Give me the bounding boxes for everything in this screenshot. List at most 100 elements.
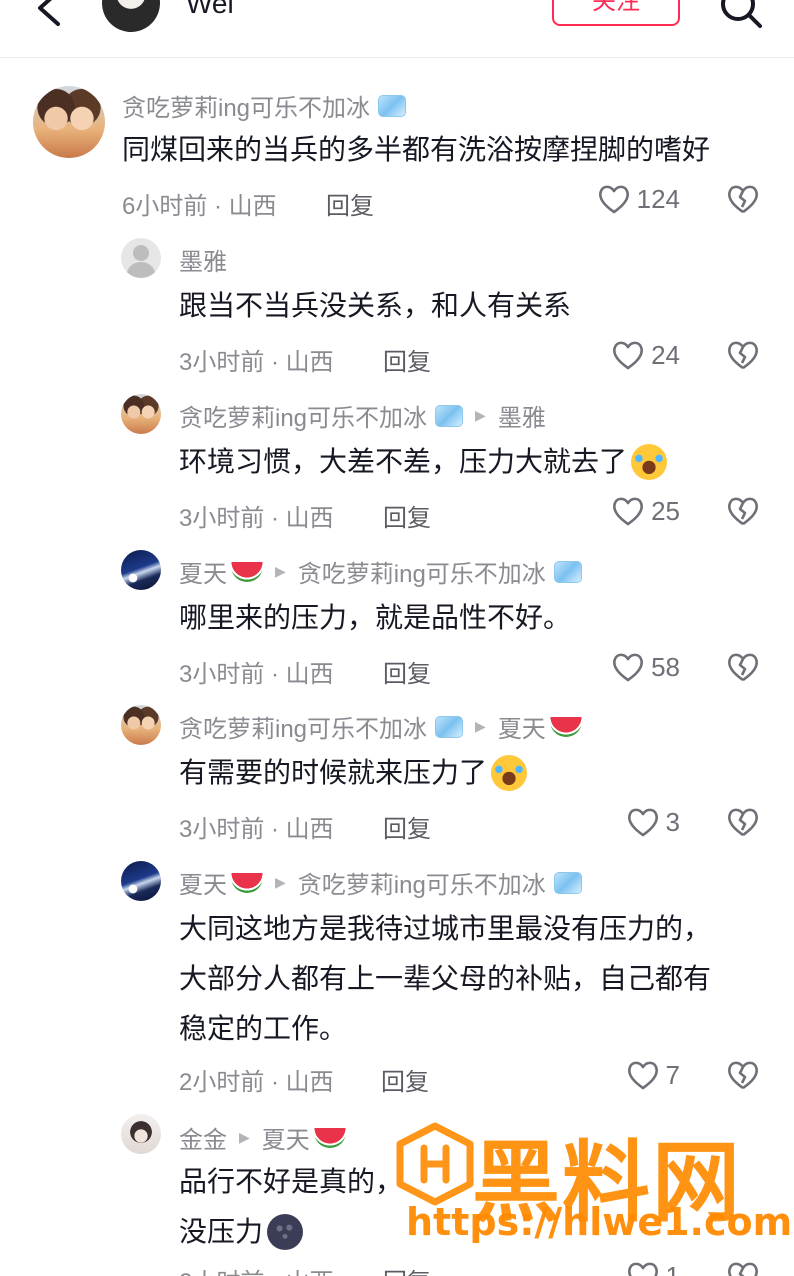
reply-arrow-icon: ▶ — [239, 1129, 250, 1145]
comment-author-line: 墨雅 — [179, 242, 227, 277]
reply-button[interactable]: 回复 — [326, 186, 374, 221]
like-count: 1 — [665, 1260, 680, 1276]
comment-text-line: 大同这地方是我待过城市里最没有压力的， — [179, 913, 712, 944]
comment-author-line: 金金 ▶ 夏天 — [179, 1120, 346, 1155]
reply-target[interactable]: 夏天 — [262, 1120, 310, 1155]
comment-author-line: 夏天 ▶ 贪吃萝莉ing可乐不加冰 — [179, 865, 582, 900]
comment-text-line: 稳定的工作。 — [179, 1013, 348, 1044]
like-button[interactable]: 3 — [560, 804, 680, 840]
avatar[interactable] — [121, 238, 161, 278]
comment-text: 跟当不当兵没关系，和人有关系 — [179, 290, 572, 321]
watermelon-emoji — [231, 872, 263, 893]
like-button[interactable]: 24 — [560, 337, 680, 373]
comment-text-line: 大部分人都有上一辈父母的补贴，自己都有 — [179, 963, 712, 994]
comment-time-location: 3小时前 · 山西 — [179, 505, 334, 532]
broken-heart-icon[interactable] — [726, 651, 760, 683]
heart-icon[interactable] — [626, 806, 660, 838]
watermark: 黑料网 https://hlwe1.com — [394, 1116, 792, 1246]
like-button[interactable]: 124 — [560, 181, 680, 217]
comment-text: 环境习惯，大差不差，压力大就去了 — [179, 438, 668, 486]
reply-button[interactable]: 回复 — [381, 1062, 429, 1097]
back-arrow-icon[interactable] — [28, 0, 68, 28]
comment-author[interactable]: 夏天 — [179, 865, 227, 900]
watermark-brand: 黑料网 — [472, 1131, 743, 1234]
like-count: 3 — [665, 806, 680, 837]
like-count: 24 — [651, 339, 680, 370]
reply-button[interactable]: 回复 — [383, 342, 431, 377]
broken-heart-icon[interactable] — [726, 183, 760, 215]
reply-target[interactable]: 夏天 — [498, 709, 546, 744]
heart-icon[interactable] — [611, 495, 645, 527]
comment-author-line: 贪吃萝莉ing可乐不加冰 ▶ 墨雅 — [179, 398, 546, 433]
broken-heart-icon[interactable] — [726, 495, 760, 527]
heart-icon[interactable] — [626, 1059, 660, 1091]
reply-button[interactable]: 回复 — [383, 809, 431, 844]
comment-author[interactable]: 贪吃萝莉ing可乐不加冰 — [179, 398, 427, 433]
like-button[interactable]: 7 — [560, 1057, 680, 1093]
comment-author-line: 贪吃萝莉ing可乐不加冰 ▶ 夏天 — [179, 709, 582, 744]
top-bar: Wei 关注 — [0, 0, 794, 58]
comment-author-line: 夏天 ▶ 贪吃萝莉ing可乐不加冰 — [179, 554, 582, 589]
ice-cube-badge-icon — [435, 715, 464, 738]
heart-icon[interactable] — [611, 651, 645, 683]
like-count: 58 — [651, 651, 680, 682]
watermark-logo-icon — [396, 1122, 474, 1206]
like-button[interactable]: 58 — [560, 649, 680, 685]
comment-author[interactable]: 金金 — [179, 1120, 227, 1155]
like-button[interactable]: 1 — [560, 1258, 680, 1276]
comment-time-location: 6小时前 · 山西 — [122, 193, 277, 220]
avatar[interactable] — [121, 861, 161, 901]
reply-button[interactable]: 回复 — [383, 498, 431, 533]
reply-arrow-icon: ▶ — [275, 874, 286, 890]
new-moon-face-emoji — [267, 1214, 304, 1250]
comment-author[interactable]: 贪吃萝莉ing可乐不加冰 — [179, 709, 427, 744]
comment-author[interactable]: 墨雅 — [179, 242, 227, 277]
ice-cube-badge-icon — [378, 94, 407, 117]
heart-icon[interactable] — [597, 183, 631, 215]
comment-text: 品行不好是真的， — [179, 1166, 404, 1197]
comment-time-location: 3小时前 · 山西 — [179, 661, 334, 688]
ice-cube-badge-icon — [435, 404, 464, 427]
reply-arrow-icon: ▶ — [275, 563, 286, 579]
comment-author[interactable]: 贪吃萝莉ing可乐不加冰 — [122, 88, 370, 123]
avatar[interactable] — [121, 394, 161, 434]
follow-button[interactable]: 关注 — [552, 0, 680, 26]
comment-text: 没压力 — [179, 1208, 304, 1256]
heart-icon[interactable] — [626, 1260, 660, 1276]
header-avatar[interactable] — [102, 0, 160, 32]
watermelon-emoji — [549, 716, 582, 737]
reply-target[interactable]: 墨雅 — [498, 398, 546, 433]
broken-heart-icon[interactable] — [726, 1059, 760, 1091]
reply-button[interactable]: 回复 — [383, 1262, 431, 1276]
watermark-url: https://hlwe1.com — [406, 1200, 793, 1244]
comment-time-location: 3小时前 · 山西 — [179, 349, 334, 376]
like-button[interactable]: 25 — [560, 493, 680, 529]
header-username[interactable]: Wei — [186, 0, 234, 20]
reply-button[interactable]: 回复 — [383, 654, 431, 689]
comment-text: 有需要的时候就来压力了 — [179, 749, 528, 797]
like-count: 7 — [665, 1059, 680, 1090]
broken-heart-icon[interactable] — [726, 339, 760, 371]
reply-target[interactable]: 贪吃萝莉ing可乐不加冰 — [298, 554, 546, 589]
avatar[interactable] — [121, 550, 161, 590]
watermelon-emoji — [231, 561, 263, 582]
search-icon[interactable] — [718, 0, 764, 30]
comment-text: 大同这地方是我待过城市里最没有压力的， 大部分人都有上一辈父母的补贴，自己都有 … — [179, 904, 711, 1054]
comment-time-location: 2小时前 · 山西 — [179, 1262, 334, 1276]
laughing-crying-emoji — [631, 444, 668, 480]
reply-arrow-icon: ▶ — [475, 407, 486, 423]
comment-text: 哪里来的压力，就是品性不好。 — [179, 602, 572, 633]
avatar[interactable] — [121, 705, 161, 745]
heart-icon[interactable] — [611, 339, 645, 371]
ice-cube-badge-icon — [553, 871, 582, 894]
broken-heart-icon[interactable] — [726, 806, 760, 838]
like-count: 124 — [636, 183, 680, 214]
avatar[interactable] — [33, 86, 105, 158]
reply-target[interactable]: 贪吃萝莉ing可乐不加冰 — [298, 865, 546, 900]
comment-author[interactable]: 夏天 — [179, 554, 227, 589]
broken-heart-icon[interactable] — [726, 1260, 760, 1276]
ice-cube-badge-icon — [553, 560, 582, 583]
comment-author-line: 贪吃萝莉ing可乐不加冰 — [122, 88, 407, 123]
comment-text: 同煤回来的当兵的多半都有洗浴按摩捏脚的嗜好 — [122, 134, 711, 165]
avatar[interactable] — [121, 1114, 161, 1154]
